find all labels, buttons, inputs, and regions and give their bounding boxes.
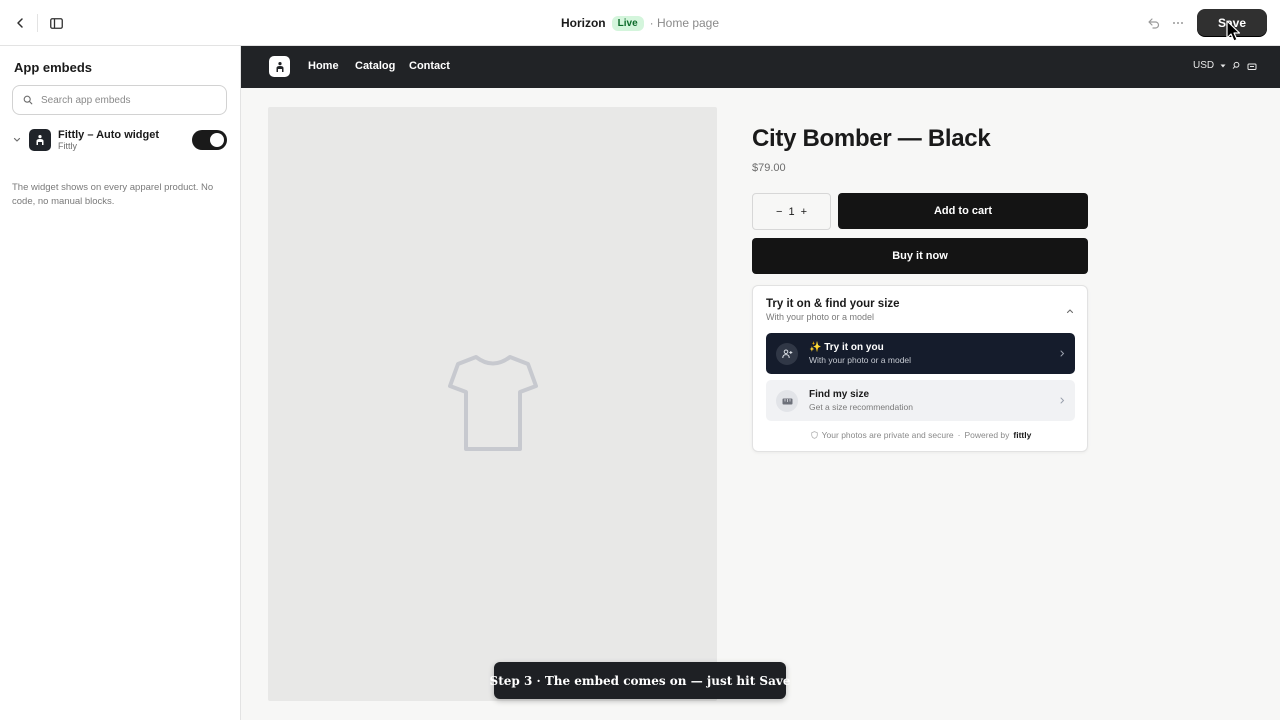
page-selector[interactable]: · Home page [650, 16, 719, 30]
chevron-right-icon [1060, 350, 1065, 357]
theme-info: Horizon Live · Home page [0, 0, 1280, 46]
widget-title: Try it on & find your size [766, 298, 900, 310]
widget-footer: Your photos are private and secure · Pow… [753, 430, 1089, 440]
embed-description: The widget shows on every apparel produc… [12, 182, 214, 207]
user-plus-icon [776, 343, 798, 365]
caret-down-icon [1220, 64, 1226, 67]
store-preview: Home Catalog Contact USD City Bomber — B… [241, 46, 1280, 720]
find-my-size-button[interactable]: Find my size Get a size recommendation [766, 380, 1075, 421]
nav-home[interactable]: Home [308, 60, 339, 72]
quantity-decrease-button[interactable]: − [776, 206, 782, 218]
search-icon[interactable] [1232, 61, 1241, 70]
editor-topbar: Horizon Live · Home page Save [0, 0, 1280, 46]
chevron-right-icon [1060, 397, 1065, 404]
privacy-note: Your photos are private and secure [821, 430, 954, 440]
tshirt-placeholder-icon [448, 355, 538, 451]
buy-now-button[interactable]: Buy it now [752, 238, 1088, 274]
store-logo-icon[interactable] [269, 56, 290, 77]
sidebar-title: App embeds [14, 60, 93, 75]
chevron-down-icon[interactable] [11, 134, 23, 146]
product-price: $79.00 [752, 162, 786, 174]
quantity-increase-button[interactable]: + [801, 206, 807, 218]
step-toast: Step 3 · The embed comes on — just hit S… [490, 662, 790, 699]
try-it-on-button[interactable]: ✨ Try it on you With your photo or a mod… [766, 333, 1075, 374]
embed-name: Fittly – Auto widget [58, 129, 160, 141]
embed-vendor: Fittly [58, 141, 77, 151]
fittly-logo-icon [29, 129, 51, 151]
product-title: City Bomber — Black [752, 125, 991, 152]
shield-icon [810, 431, 818, 439]
fittly-brand-link[interactable]: fittly [1013, 430, 1031, 440]
quantity-value[interactable]: 1 [788, 206, 794, 218]
try-it-on-subtitle: With your photo or a model [809, 355, 912, 365]
more-icon[interactable] [1167, 12, 1189, 34]
nav-catalog[interactable]: Catalog [355, 60, 395, 72]
currency-selector[interactable]: USD [1193, 60, 1214, 71]
cart-icon[interactable] [1247, 62, 1257, 70]
mouse-cursor-icon [1226, 20, 1241, 42]
search-placeholder: Search app embeds [41, 94, 131, 106]
app-embed-row[interactable]: Fittly – Auto widget Fittly [0, 126, 241, 158]
add-to-cart-button[interactable]: Add to cart [838, 193, 1088, 229]
app-embeds-sidebar: App embeds Search app embeds Fittly – Au… [0, 46, 241, 720]
ruler-icon [776, 390, 798, 412]
theme-name[interactable]: Horizon [561, 16, 606, 30]
chevron-up-icon[interactable] [1065, 306, 1075, 316]
header-actions: USD [1193, 60, 1257, 71]
footer-separator: · [957, 430, 961, 440]
nav-contact[interactable]: Contact [409, 60, 450, 72]
product-image[interactable] [268, 107, 717, 701]
powered-by-label: Powered by [964, 430, 1010, 440]
fittly-widget: Try it on & find your size With your pho… [752, 285, 1088, 452]
widget-subtitle: With your photo or a model [766, 312, 875, 322]
quantity-stepper[interactable]: − 1 + [752, 193, 831, 230]
try-it-on-title: ✨ Try it on you [809, 342, 884, 353]
find-my-size-subtitle: Get a size recommendation [809, 402, 913, 412]
toggle-knob [210, 133, 224, 147]
search-icon [23, 95, 33, 105]
undo-icon[interactable] [1143, 12, 1165, 34]
store-header: Home Catalog Contact USD [241, 46, 1280, 88]
status-badge: Live [611, 15, 644, 31]
search-input[interactable]: Search app embeds [12, 85, 227, 115]
embed-toggle[interactable] [192, 130, 227, 150]
find-my-size-title: Find my size [809, 389, 870, 400]
